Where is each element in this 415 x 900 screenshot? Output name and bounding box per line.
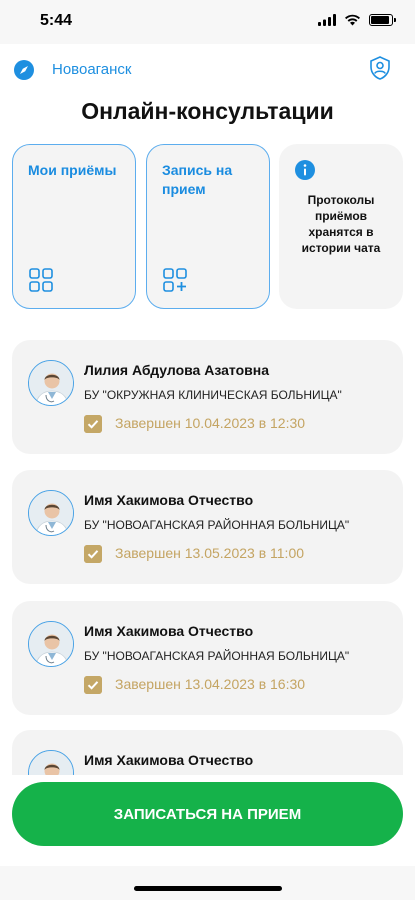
book-appointment-button[interactable]: ЗАПИСАТЬСЯ НА ПРИЕМ bbox=[12, 782, 403, 846]
appointment-status: Завершен 13.04.2023 в 16:30 bbox=[115, 676, 306, 692]
hospital-name: БУ "НОВОАГАНСКАЯ РАЙОННАЯ БОЛЬНИЦА" bbox=[84, 649, 350, 663]
status-icons bbox=[318, 14, 396, 26]
info-icon bbox=[295, 160, 315, 180]
hospital-name: БУ "НОВОАГАНСКАЯ РАЙОННАЯ БОЛЬНИЦА" bbox=[84, 518, 350, 532]
doctor-name: Имя Хакимова Отчество bbox=[84, 492, 254, 508]
status-time: 5:44 bbox=[40, 12, 73, 29]
check-icon bbox=[84, 415, 102, 433]
doctor-avatar bbox=[28, 750, 74, 775]
page-title: Онлайн-консультации bbox=[81, 98, 334, 124]
grid-icon bbox=[29, 268, 53, 292]
appointment-card[interactable]: Лилия Абдулова Азатовна БУ "ОКРУЖНАЯ КЛИ… bbox=[12, 340, 403, 454]
doctor-avatar bbox=[28, 621, 74, 667]
check-icon bbox=[84, 676, 102, 694]
wifi-icon bbox=[345, 14, 360, 26]
user-shield-icon[interactable] bbox=[369, 56, 391, 80]
battery-level bbox=[371, 16, 389, 24]
appointment-card[interactable]: Имя Хакимова Отчество bbox=[12, 730, 403, 775]
doctor-name: Лилия Абдулова Азатовна bbox=[84, 362, 269, 378]
doctor-avatar-icon bbox=[29, 622, 73, 666]
tile-label: Запись на прием bbox=[162, 162, 233, 197]
bottom-bar bbox=[0, 866, 415, 900]
my-appointments-tile[interactable]: Мои приёмы bbox=[12, 144, 136, 309]
grid-add-icon bbox=[163, 268, 187, 292]
doctor-avatar bbox=[28, 490, 74, 536]
appointment-status: Завершен 10.04.2023 в 12:30 bbox=[115, 415, 306, 431]
compass-icon[interactable] bbox=[14, 60, 34, 80]
doctor-name: Имя Хакимова Отчество bbox=[84, 752, 254, 768]
header: Новоаганск bbox=[0, 50, 415, 90]
info-text: Протоколы приёмов хранятся в истории чат… bbox=[301, 193, 381, 255]
appointment-card[interactable]: Имя Хакимова Отчество БУ "НОВОАГАНСКАЯ Р… bbox=[12, 470, 403, 584]
appointment-status: Завершен 13.05.2023 в 11:00 bbox=[115, 545, 305, 561]
home-indicator[interactable] bbox=[134, 886, 282, 891]
check-icon bbox=[84, 545, 102, 563]
doctor-avatar-icon bbox=[29, 491, 73, 535]
signal-icon bbox=[318, 14, 336, 26]
tile-label: Мои приёмы bbox=[28, 162, 117, 178]
doctor-name: Имя Хакимова Отчество bbox=[84, 623, 254, 639]
doctor-avatar bbox=[28, 360, 74, 406]
city-selector[interactable]: Новоаганск bbox=[52, 61, 132, 78]
hospital-name: БУ "ОКРУЖНАЯ КЛИНИЧЕСКАЯ БОЛЬНИЦА" bbox=[84, 388, 342, 402]
book-appointment-tile[interactable]: Запись на прием bbox=[146, 144, 270, 309]
info-tile: Протоколы приёмов хранятся в истории чат… bbox=[279, 144, 403, 309]
doctor-avatar-icon bbox=[29, 361, 73, 405]
appointments-list[interactable]: Лилия Абдулова Азатовна БУ "ОКРУЖНАЯ КЛИ… bbox=[0, 340, 415, 775]
status-bar: 5:44 bbox=[0, 0, 415, 44]
battery-icon bbox=[369, 14, 396, 26]
doctor-avatar-icon bbox=[29, 751, 73, 775]
appointment-card[interactable]: Имя Хакимова Отчество БУ "НОВОАГАНСКАЯ Р… bbox=[12, 601, 403, 715]
